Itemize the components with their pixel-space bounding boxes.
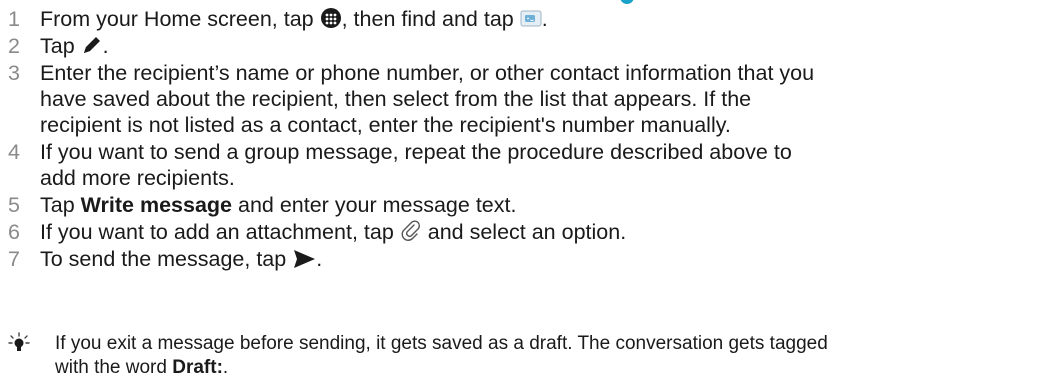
step-text: Tap	[40, 34, 81, 58]
tip-text-line: If you exit a message before sending, it…	[55, 333, 828, 354]
top-accent-mark	[620, 0, 634, 4]
step-text-line: If you want to send a group message, rep…	[40, 140, 792, 164]
step-text: .	[316, 247, 323, 271]
step-2: 2 Tap .	[0, 33, 1040, 59]
send-arrow-icon	[294, 250, 316, 268]
step-number: 1	[8, 7, 20, 31]
step-1: 1 From your Home screen, tap , then find…	[0, 6, 1040, 32]
step-number: 3	[8, 61, 20, 85]
paperclip-attach-icon	[401, 220, 420, 241]
step-text-line: recipient is not listed as a contact, en…	[40, 113, 731, 137]
apps-grid-icon	[320, 8, 341, 28]
step-7: 7 To send the message, tap .	[0, 246, 1040, 272]
tip-text: with the word	[55, 357, 173, 378]
ui-term-draft: Draft:	[172, 357, 223, 378]
step-text: To send the message, tap	[40, 247, 293, 271]
step-text: Tap	[40, 193, 81, 217]
instruction-steps: 1 From your Home screen, tap , then find…	[0, 6, 1040, 273]
step-number: 7	[8, 247, 20, 271]
messaging-app-icon	[520, 10, 542, 27]
step-6: 6 If you want to add an attachment, tap …	[0, 219, 1040, 245]
step-text: and select an option.	[421, 220, 627, 244]
pencil-compose-icon	[83, 37, 100, 53]
step-number: 2	[8, 34, 20, 58]
lightbulb-tip-icon	[8, 332, 30, 351]
step-4: 4 If you want to send a group message, r…	[0, 139, 1040, 191]
step-text: and enter your message text.	[232, 193, 517, 217]
step-text-line: add more recipients.	[40, 166, 235, 190]
step-5: 5 Tap Write message and enter your messa…	[0, 192, 1040, 218]
step-text-line: have saved about the recipient, then sel…	[40, 87, 752, 111]
step-text: .	[541, 7, 548, 31]
step-text: .	[102, 34, 109, 58]
tip-note: If you exit a message before sending, it…	[0, 332, 1040, 380]
step-text: , then find and tap	[341, 7, 520, 31]
step-number: 6	[8, 220, 20, 244]
step-3: 3 Enter the recipient’s name or phone nu…	[0, 60, 1040, 138]
step-text: If you want to add an attachment, tap	[40, 220, 400, 244]
step-number: 5	[8, 193, 20, 217]
ui-term-write-message: Write message	[80, 193, 233, 217]
tip-text: .	[222, 357, 229, 378]
step-number: 4	[8, 140, 20, 164]
step-text-line: Enter the recipient’s name or phone numb…	[40, 61, 815, 85]
step-text: From your Home screen, tap	[40, 7, 320, 31]
